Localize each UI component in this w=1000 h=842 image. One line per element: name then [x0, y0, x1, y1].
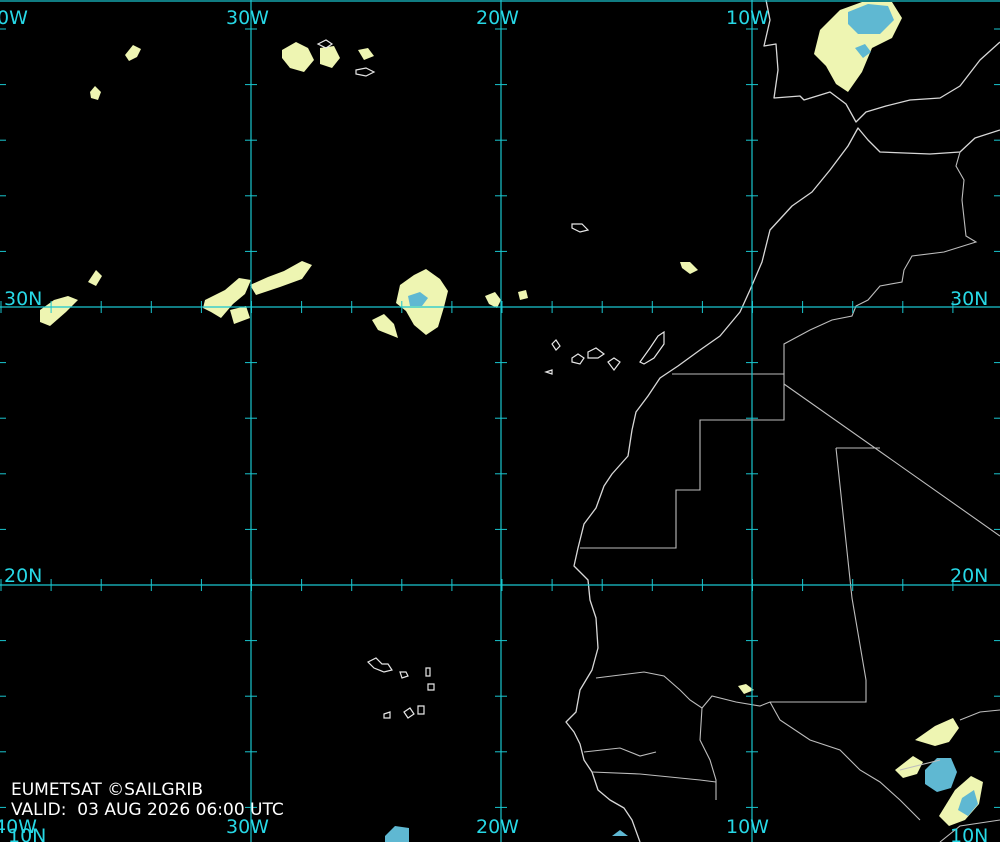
lon-label-bottom-20w: 20W — [476, 816, 519, 838]
credit-valid-time-line: VALID: 03 AUG 2026 06:00 UTC — [11, 800, 284, 820]
lon-label-top-10w: 10W — [726, 7, 769, 29]
credit-source: EUMETSAT ©SAILGRIB — [11, 780, 204, 800]
lat-label-left-10n: 10N — [8, 825, 46, 842]
satellite-map: 0W 30W 20W 10W 30N 30N 20N 20N 40W 10N 3… — [0, 0, 1000, 842]
lat-label-right-10n: 10N — [950, 825, 988, 842]
map-background — [0, 0, 1000, 842]
lat-label-right-20n: 20N — [950, 565, 988, 587]
valid-label: VALID: — [11, 800, 67, 820]
lon-label-top-20w: 20W — [476, 7, 519, 29]
lon-label-bottom-10w: 10W — [726, 816, 769, 838]
lat-label-right-30n: 30N — [950, 288, 988, 310]
valid-time: 03 AUG 2026 06:00 UTC — [77, 800, 284, 820]
lon-label-top-40w: 0W — [0, 7, 28, 29]
lat-label-left-20n: 20N — [4, 565, 42, 587]
lat-label-left-30n: 30N — [4, 288, 42, 310]
lon-label-top-30w: 30W — [226, 7, 269, 29]
